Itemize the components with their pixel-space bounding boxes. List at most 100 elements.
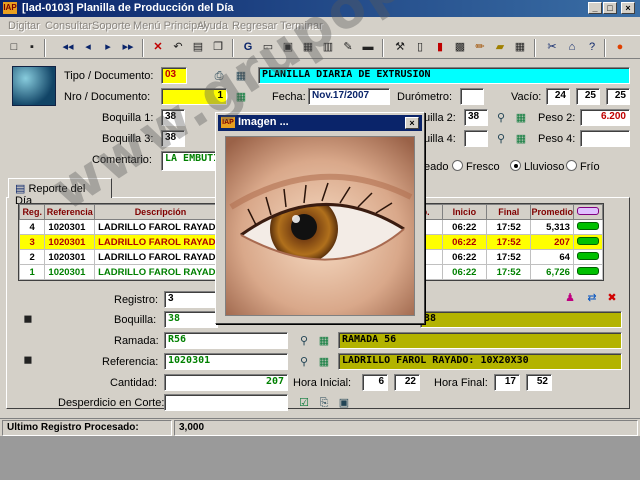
book-icon[interactable]: ▯ (412, 40, 428, 55)
image-dialog[interactable]: IAP Imagen ... × (215, 112, 425, 324)
hora-final-label: Hora Final: (434, 377, 488, 389)
tipo-documento-field[interactable]: 03 (161, 67, 187, 84)
col-descripcion[interactable]: Descripción (94, 204, 227, 220)
col-promedio[interactable]: Promedio (530, 204, 574, 220)
search-icon[interactable]: ⚲ (296, 354, 312, 370)
image-dialog-titlebar[interactable]: IAP Imagen ... × (218, 115, 422, 131)
scissors-icon[interactable]: ✂ (544, 40, 560, 55)
undo-icon[interactable]: ↶ (170, 40, 186, 55)
maximize-button[interactable]: □ (603, 2, 617, 14)
boquilla4-field[interactable] (464, 130, 488, 147)
exit-door-icon[interactable]: ▮ (432, 40, 448, 55)
printer-icon[interactable]: ⎙ (211, 68, 227, 84)
peso2-field[interactable]: 6.200 (580, 109, 630, 126)
peso4-field[interactable] (580, 130, 630, 147)
lookup-icon[interactable]: ▦ (233, 68, 249, 84)
comentario-label: Comentario: (92, 154, 152, 166)
vacio-field-3[interactable]: 25 (606, 88, 630, 105)
registro-field[interactable]: 3 (164, 291, 216, 308)
boquilla2-field[interactable]: 38 (464, 109, 488, 126)
cantidad-field[interactable]: 207 (164, 374, 288, 391)
ramada-field[interactable]: R56 (164, 332, 288, 349)
menu-principal[interactable]: Menú Principal (133, 20, 206, 32)
first-record-icon[interactable]: ◂◂ (60, 40, 76, 55)
next-record-icon[interactable]: ▸ (100, 40, 116, 55)
delete-row-icon[interactable]: ✖ (604, 290, 620, 306)
g-icon[interactable]: G (240, 40, 256, 55)
menu-consultar[interactable]: Consultar (45, 20, 92, 32)
nro-documento-field[interactable]: 1 (161, 88, 227, 105)
people-icon[interactable]: ♟ (562, 290, 578, 306)
durometro-field[interactable] (460, 88, 484, 105)
vacio-field-2[interactable]: 25 (576, 88, 600, 105)
picture-icon[interactable]: ▣ (336, 395, 352, 411)
pencil-icon[interactable]: ✏ (472, 40, 488, 55)
toolbar-separator (604, 39, 606, 57)
tab-reporte-dia[interactable]: ▤ Reporte del Día (8, 178, 112, 207)
last-record-icon[interactable]: ▸▸ (120, 40, 136, 55)
desperdicio-field[interactable] (164, 394, 288, 411)
boquilla1-field[interactable]: 38 (161, 109, 185, 126)
delete-icon[interactable]: ✕ (150, 40, 166, 55)
report-tab-icon: ▤ (15, 183, 26, 195)
col-final[interactable]: Final (486, 204, 532, 220)
search-icon[interactable]: ⚲ (296, 333, 312, 349)
calendar-icon[interactable]: ▩ (452, 40, 468, 55)
hora-final-hour[interactable]: 17 (494, 374, 520, 391)
vacio-label: Vacío: (511, 91, 542, 103)
edit-icon[interactable]: ✎ (340, 40, 356, 55)
tools-icon[interactable]: ⚒ (392, 40, 408, 55)
close-button[interactable]: × (621, 2, 635, 14)
menu-soporte[interactable]: Soporte (92, 20, 131, 32)
attach-icon[interactable]: ⎘ (316, 395, 332, 411)
hora-inicial-minute[interactable]: 22 (394, 374, 420, 391)
menu-regresar[interactable]: Regresar (232, 20, 277, 32)
col-referencia[interactable]: Referencia (44, 204, 96, 220)
radio-fresco[interactable] (452, 160, 463, 171)
comentario-field[interactable]: LA EMBUTID (161, 151, 221, 171)
referencia-field[interactable]: 1020301 (164, 353, 288, 370)
hora-final-minute[interactable]: 52 (526, 374, 552, 391)
grid-icon[interactable]: ▦ (512, 40, 528, 55)
table-lookup-icon[interactable]: ▦ (316, 333, 332, 349)
power-icon[interactable]: ● (612, 40, 628, 55)
table-lookup-icon[interactable]: ▦ (316, 354, 332, 370)
minimize-button[interactable]: _ (588, 2, 602, 14)
help-icon[interactable]: ? (584, 40, 600, 55)
col-inicio[interactable]: Inicio (441, 204, 488, 220)
monitor-icon[interactable]: ▣ (280, 40, 296, 55)
table-lookup-icon[interactable]: ▦ (513, 110, 529, 126)
menu-terminar[interactable]: Terminar (280, 20, 323, 32)
search-icon[interactable]: ⚲ (493, 131, 509, 147)
table-lookup-icon[interactable]: ▦ (513, 131, 529, 147)
prev-record-icon[interactable]: ◂ (80, 40, 96, 55)
fecha-field[interactable]: Nov.17/2007 (308, 88, 390, 105)
menu-digitar[interactable]: Digitar (8, 20, 40, 32)
radio-frio[interactable] (566, 160, 577, 171)
image-dialog-close-button[interactable]: × (405, 117, 419, 129)
report-icon[interactable]: ▦ (300, 40, 316, 55)
table-icon[interactable]: ▥ (320, 40, 336, 55)
home-icon[interactable]: ⌂ (564, 40, 580, 55)
menu-ayuda[interactable]: Ayuda (197, 20, 228, 32)
col-reg[interactable]: Reg. (19, 204, 46, 220)
transfer-icon[interactable]: ⇄ (584, 290, 600, 306)
radio-lluvioso[interactable] (510, 160, 521, 171)
card-icon[interactable]: ▬ (360, 40, 376, 55)
vacio-field-1[interactable]: 24 (546, 88, 570, 105)
window-icon[interactable]: ▭ (260, 40, 276, 55)
accept-check-icon[interactable]: ☑ (296, 395, 312, 411)
save-icon[interactable]: ▪ (24, 40, 40, 55)
new-icon[interactable]: □ (6, 40, 22, 55)
boquilla-field[interactable]: 38 (164, 311, 218, 328)
folder-icon[interactable]: ▰ (492, 40, 508, 55)
boquilla4-label: uilla 4: (424, 133, 456, 145)
cell-ref: 1020301 (44, 219, 96, 235)
table-lookup-icon[interactable]: ▦ (233, 89, 249, 105)
status-bar-icon (572, 219, 603, 235)
print-icon[interactable]: ▤ (190, 40, 206, 55)
hora-inicial-hour[interactable]: 6 (362, 374, 388, 391)
boquilla3-field[interactable]: 38 (161, 130, 185, 147)
search-icon[interactable]: ⚲ (493, 110, 509, 126)
copy-icon[interactable]: ❐ (210, 40, 226, 55)
